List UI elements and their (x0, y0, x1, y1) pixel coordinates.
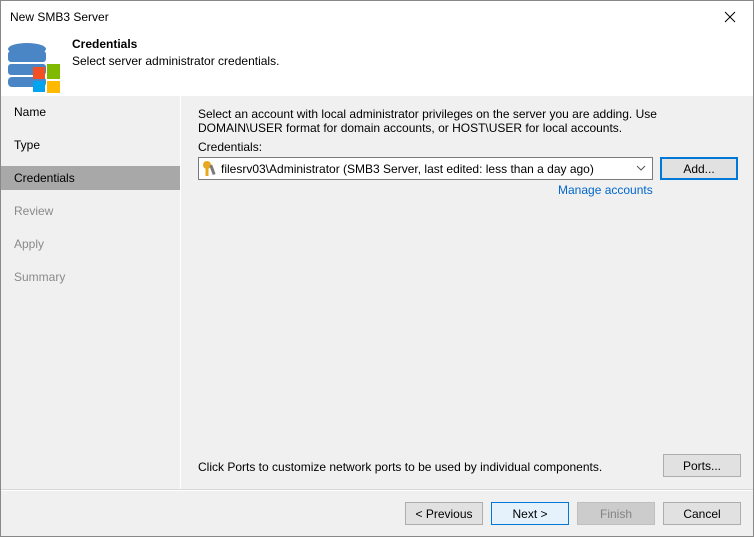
page-title: Credentials (72, 37, 138, 51)
window-title: New SMB3 Server (10, 10, 109, 24)
next-button[interactable]: Next > (491, 502, 569, 525)
credentials-label: Credentials: (198, 140, 263, 154)
add-credentials-button[interactable]: Add... (660, 157, 738, 180)
smb-server-icon (8, 43, 60, 93)
instructions-text: Select an account with local administrat… (198, 107, 657, 135)
wizard-steps: Name Type Credentials Review Apply Summa… (1, 96, 181, 489)
manage-accounts-link[interactable]: Manage accounts (558, 183, 653, 197)
step-name[interactable]: Name (1, 96, 180, 129)
main-panel: Select an account with local administrat… (182, 96, 753, 489)
close-button[interactable] (707, 1, 753, 32)
wizard-header: Credentials Select server administrator … (1, 33, 753, 96)
title-bar: New SMB3 Server (1, 1, 753, 33)
step-apply: Apply (14, 237, 45, 251)
ports-button[interactable]: Ports... (663, 454, 741, 477)
chevron-down-icon (636, 165, 646, 171)
credentials-dropdown[interactable]: filesrv03\Administrator (SMB3 Server, la… (198, 157, 653, 180)
footer-divider (1, 489, 753, 491)
step-summary: Summary (14, 270, 66, 284)
step-type[interactable]: Type (1, 129, 180, 162)
previous-button[interactable]: < Previous (405, 502, 483, 525)
new-smb3-server-dialog: New SMB3 Server Credentials Select serve… (0, 0, 754, 537)
credentials-value: filesrv03\Administrator (SMB3 Server, la… (221, 161, 594, 176)
step-credentials[interactable]: Credentials (1, 166, 180, 190)
key-icon (203, 161, 216, 176)
cancel-button[interactable]: Cancel (663, 502, 741, 525)
close-icon (724, 11, 736, 22)
page-subtitle: Select server administrator credentials. (72, 54, 280, 68)
ports-hint-text: Click Ports to customize network ports t… (198, 460, 603, 474)
step-review: Review (14, 204, 54, 218)
finish-button: Finish (577, 502, 655, 525)
